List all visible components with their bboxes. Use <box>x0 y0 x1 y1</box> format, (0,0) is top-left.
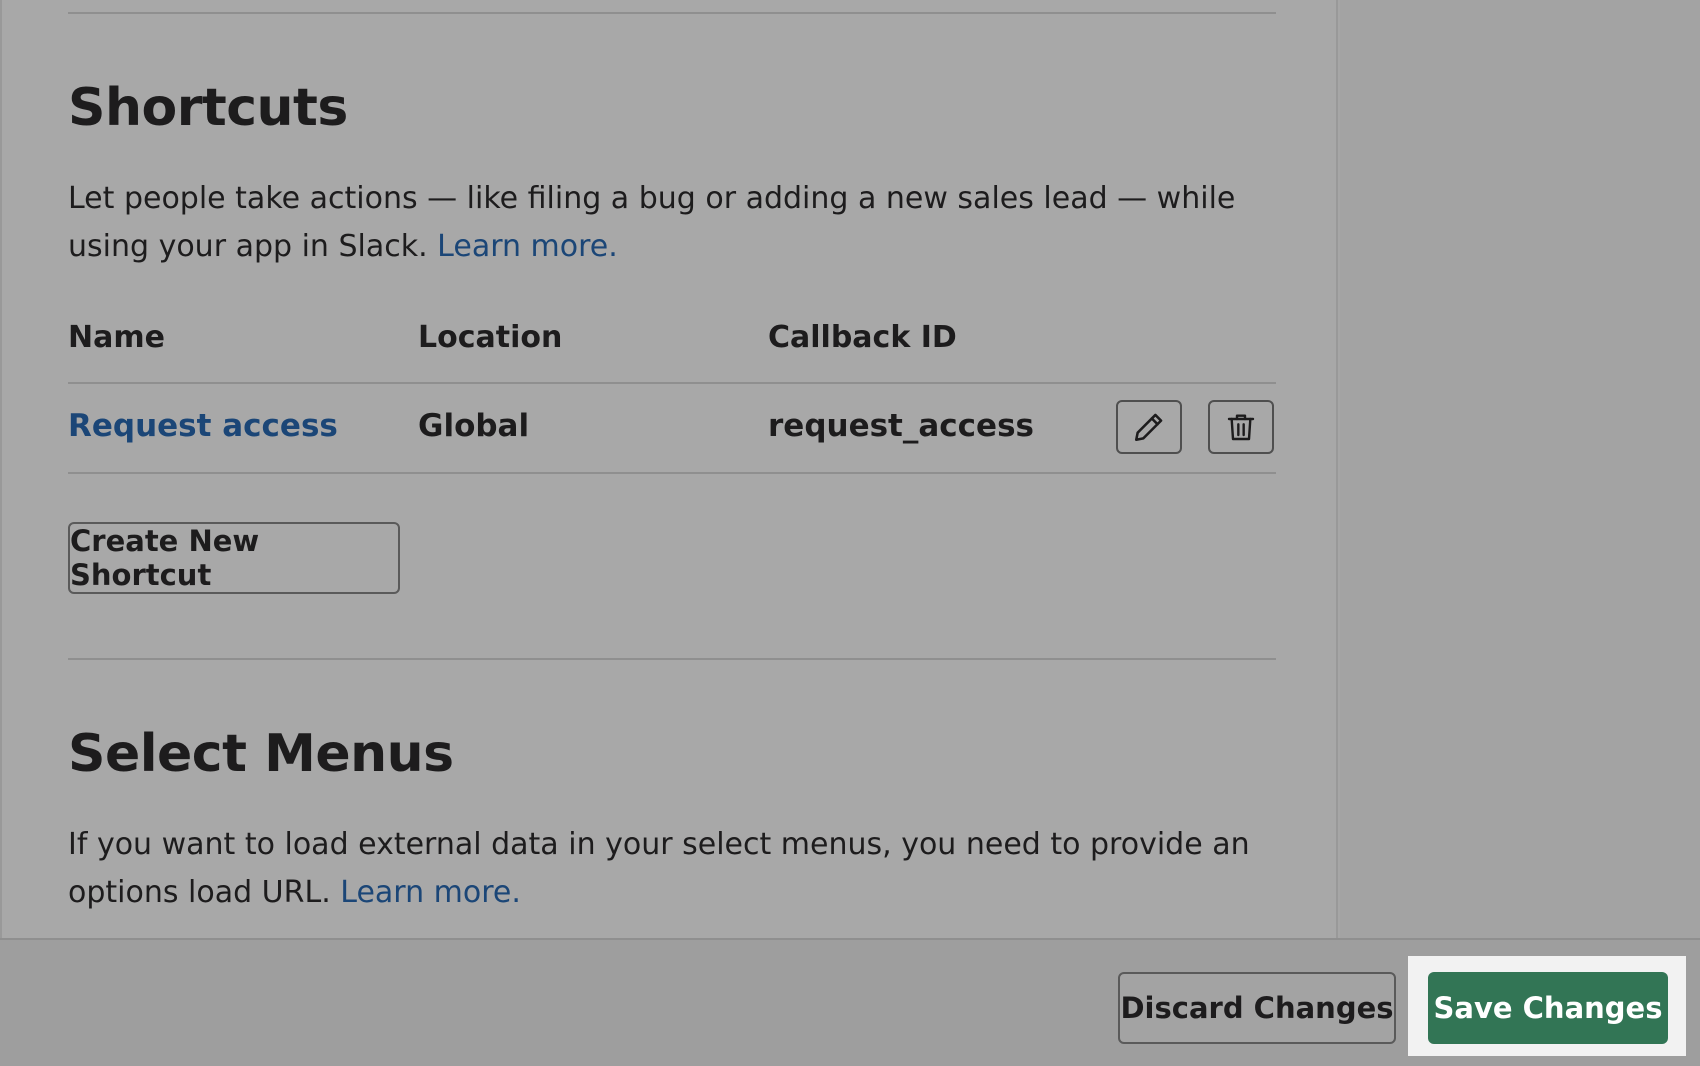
edit-shortcut-button[interactable] <box>1116 400 1182 454</box>
header-location: Location <box>418 320 563 355</box>
shortcuts-title: Shortcuts <box>68 78 348 138</box>
shortcuts-learn-more-link[interactable]: Learn more. <box>437 229 618 264</box>
table-row: Request access Global request_access <box>68 384 1276 474</box>
trash-icon <box>1227 414 1255 441</box>
app-settings-page: Shortcuts Let people take actions — like… <box>0 0 1700 1066</box>
shortcuts-description-text: Let people take actions — like filing a … <box>68 181 1236 264</box>
right-gutter <box>1340 0 1700 938</box>
section-divider <box>68 658 1276 660</box>
save-changes-bar: Discard Changes Save Changes <box>0 938 1700 1066</box>
shortcut-name-link[interactable]: Request access <box>68 408 338 444</box>
select-menus-description: If you want to load external data in you… <box>68 821 1288 917</box>
shortcuts-description: Let people take actions — like filing a … <box>68 175 1288 271</box>
delete-shortcut-button[interactable] <box>1208 400 1274 454</box>
header-name: Name <box>68 320 165 355</box>
discard-changes-button[interactable]: Discard Changes <box>1118 972 1396 1044</box>
main-content-panel: Shortcuts Let people take actions — like… <box>0 0 1338 938</box>
shortcut-location: Global <box>418 408 530 444</box>
pencil-icon <box>1134 413 1163 442</box>
select-menus-title: Select Menus <box>68 724 454 784</box>
shortcuts-table-header: Name Location Callback ID <box>68 320 1276 384</box>
header-callback-id: Callback ID <box>768 320 957 355</box>
shortcut-callback-id: request_access <box>768 408 1034 444</box>
select-menus-learn-more-link[interactable]: Learn more. <box>340 875 521 910</box>
top-divider <box>68 12 1276 14</box>
save-changes-button[interactable]: Save Changes <box>1428 972 1668 1044</box>
create-new-shortcut-button[interactable]: Create New Shortcut <box>68 522 400 594</box>
select-menus-description-text: If you want to load external data in you… <box>68 827 1250 910</box>
